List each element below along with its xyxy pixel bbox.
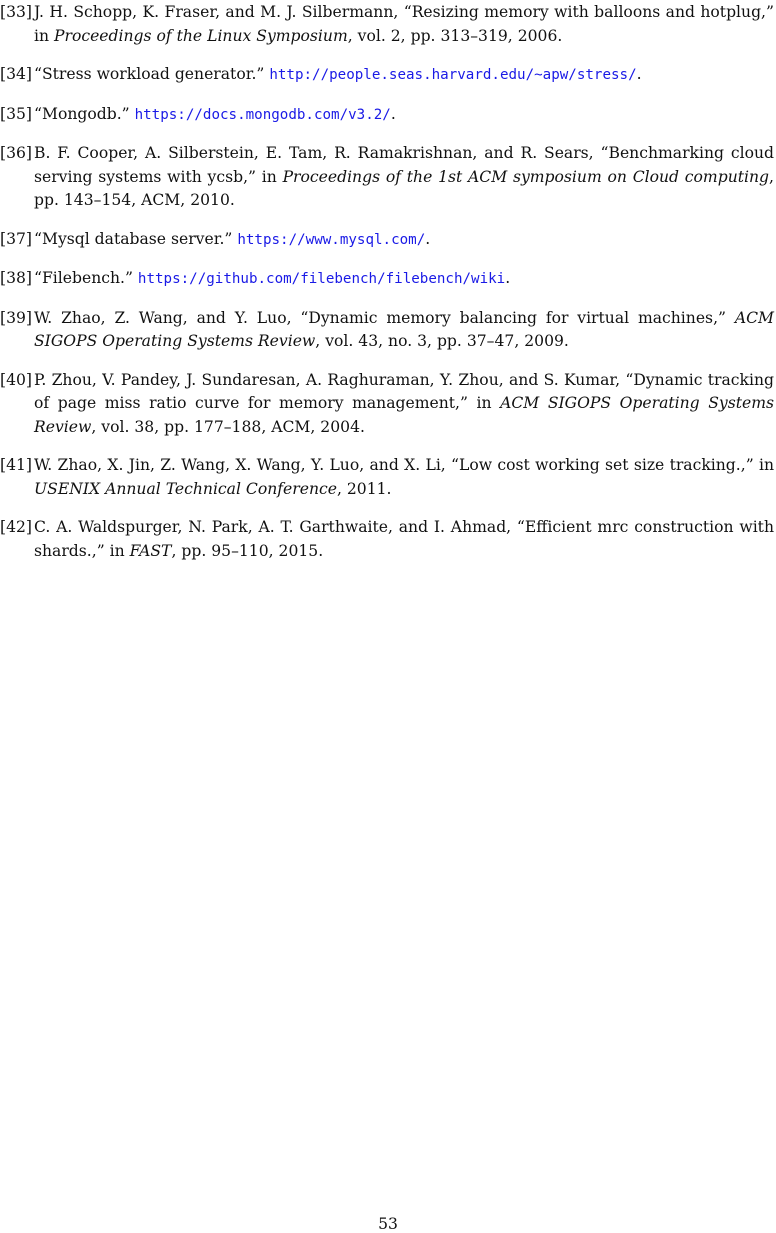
reference-item: [42] C. A. Waldspurger, N. Park, A. T. G… (0, 516, 774, 563)
reference-details: , vol. 43, no. 3, pp. 37–47, 2009. (315, 332, 569, 350)
reference-text: W. Zhao, Z. Wang, and Y. Luo, “Dynamic m… (34, 308, 735, 327)
reference-number: [41] (0, 456, 33, 474)
reference-number: [34] (0, 65, 33, 83)
reference-venue: Proceedings of the Linux Symposium (54, 26, 348, 45)
reference-number: [40] (0, 370, 33, 389)
reference-number: [37] (0, 229, 33, 248)
reference-text: W. Zhao, X. Jin, Z. Wang, X. Wang, Y. Lu… (34, 456, 774, 474)
reference-details: , vol. 38, pp. 177–188, ACM, 2004. (91, 417, 365, 436)
reference-url-link[interactable]: https://github.com/filebench/filebench/w… (138, 271, 505, 287)
reference-url-link[interactable]: https://docs.mongodb.com/v3.2/ (135, 107, 391, 123)
reference-item: [37] “Mysql database server.” https://ww… (0, 228, 774, 253)
reference-item: [38] “Filebench.” https://github.com/fil… (0, 267, 774, 292)
page-number: 53 (378, 1215, 398, 1233)
reference-details: . (425, 229, 431, 248)
reference-item: [41] W. Zhao, X. Jin, Z. Wang, X. Wang, … (0, 454, 774, 501)
reference-text: “Mysql database server.” (34, 229, 238, 248)
reference-details: , vol. 2, pp. 313–319, 2006. (347, 26, 563, 45)
reference-text: “Stress workload generator.” (34, 65, 270, 83)
reference-details: , 2011. (336, 479, 392, 498)
reference-number: [35] (0, 104, 33, 123)
reference-number: [36] (0, 144, 33, 162)
reference-number: [38] (0, 269, 33, 287)
reference-details: . (636, 65, 642, 83)
reference-list: [33] J. H. Schopp, K. Fraser, and M. J. … (0, 1, 774, 578)
reference-text: “Filebench.” (34, 269, 138, 287)
reference-item: [33] J. H. Schopp, K. Fraser, and M. J. … (0, 1, 774, 48)
reference-venue: USENIX Annual Technical Conference (34, 479, 337, 498)
reference-venue: FAST (129, 541, 172, 560)
reference-number: [39] (0, 308, 33, 327)
reference-text: “Mongodb.” (34, 104, 135, 123)
reference-number: [42] (0, 518, 33, 536)
reference-details: , pp. 95–110, 2015. (171, 541, 324, 560)
reference-venue: Proceedings of the 1st ACM symposium on … (282, 167, 770, 186)
reference-url-link[interactable]: https://www.mysql.com/ (237, 232, 425, 248)
reference-details: . (390, 104, 396, 123)
reference-item: [36] B. F. Cooper, A. Silberstein, E. Ta… (0, 142, 774, 213)
reference-url-link[interactable]: http://people.seas.harvard.edu/~apw/stre… (269, 67, 636, 83)
reference-item: [39] W. Zhao, Z. Wang, and Y. Luo, “Dyna… (0, 307, 774, 354)
reference-number: [33] (0, 3, 33, 21)
reference-item: [34] “Stress workload generator.” http:/… (0, 63, 774, 88)
reference-item: [40] P. Zhou, V. Pandey, J. Sundaresan, … (0, 369, 774, 440)
reference-details: . (505, 269, 511, 287)
reference-item: [35] “Mongodb.” https://docs.mongodb.com… (0, 103, 774, 128)
